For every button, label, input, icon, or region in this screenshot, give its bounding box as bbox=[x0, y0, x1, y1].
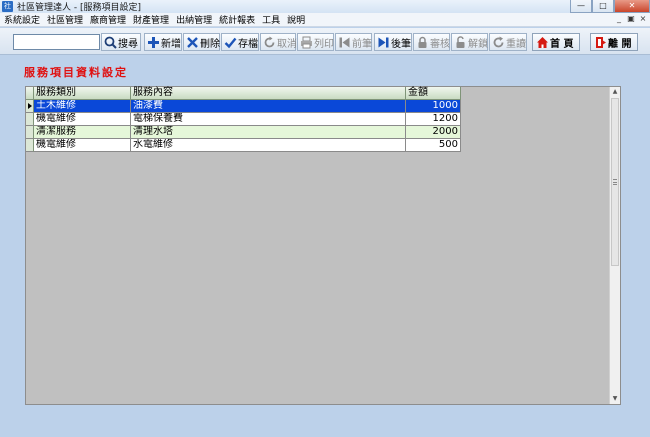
menu-bar: 系統設定 社區管理 廠商管理 財產管理 出納管理 統計報表 工具 說明 _ ▣ … bbox=[0, 13, 650, 27]
table-row[interactable]: 清潔服務 清理水塔 2000 bbox=[26, 126, 461, 139]
minimize-icon[interactable]: — bbox=[570, 0, 592, 13]
unlock-icon bbox=[454, 35, 467, 49]
toolbar: 搜尋 新增 刪除 存檔 取消 列印 前筆 後筆 審核 解鎖 重讀 首 頁 離 開 bbox=[0, 28, 650, 55]
add-button[interactable]: 新增 bbox=[144, 33, 182, 51]
cell-category[interactable]: 清潔服務 bbox=[34, 126, 131, 139]
current-row-arrow-icon bbox=[28, 103, 32, 109]
delete-button[interactable]: 刪除 bbox=[183, 33, 220, 51]
unlock-button[interactable]: 解鎖 bbox=[451, 33, 488, 51]
table-row[interactable]: 機電維修 電梯保養費 1200 bbox=[26, 113, 461, 126]
column-header-content[interactable]: 服務內容 bbox=[131, 87, 406, 100]
row-indicator bbox=[26, 100, 34, 113]
cell-category[interactable]: 機電維修 bbox=[34, 113, 131, 126]
column-header-category[interactable]: 服務類別 bbox=[34, 87, 131, 100]
print-button[interactable]: 列印 bbox=[297, 33, 334, 51]
search-icon bbox=[104, 35, 117, 49]
checkmark-icon bbox=[224, 35, 237, 49]
column-header-amount[interactable]: 金額 bbox=[406, 87, 461, 100]
undo-icon bbox=[263, 35, 276, 49]
window-controls: — □ ✕ bbox=[570, 0, 650, 13]
mdi-controls: _ ▣ × bbox=[614, 14, 648, 24]
previous-record-button[interactable]: 前筆 bbox=[335, 33, 372, 51]
save-button[interactable]: 存檔 bbox=[221, 33, 259, 51]
row-indicator-header bbox=[26, 87, 34, 100]
grid-header: 服務類別 服務內容 金額 bbox=[26, 87, 461, 100]
scroll-up-arrow-icon[interactable]: ▲ bbox=[610, 87, 620, 97]
cell-content[interactable]: 水電維修 bbox=[131, 139, 406, 152]
title-bar: 社 社區管理達人 - [服務項目設定] — □ ✕ bbox=[0, 0, 650, 13]
cell-content[interactable]: 電梯保養費 bbox=[131, 113, 406, 126]
table-row[interactable]: 土木維修 油漆費 1000 bbox=[26, 100, 461, 113]
cell-content[interactable]: 清理水塔 bbox=[131, 126, 406, 139]
search-input[interactable] bbox=[13, 34, 100, 50]
row-indicator bbox=[26, 126, 34, 139]
service-items-grid[interactable]: 服務類別 服務內容 金額 土木維修 油漆費 1000 機電維修 電梯保養費 12… bbox=[25, 86, 621, 405]
menu-system-settings[interactable]: 系統設定 bbox=[4, 13, 40, 26]
mdi-restore-icon[interactable]: ▣ bbox=[626, 14, 636, 24]
menu-property-management[interactable]: 財產管理 bbox=[133, 13, 169, 26]
vertical-scrollbar[interactable]: ▲ ▼ bbox=[609, 87, 620, 404]
next-record-button[interactable]: 後筆 bbox=[374, 33, 412, 51]
maximize-icon[interactable]: □ bbox=[592, 0, 614, 13]
cell-amount[interactable]: 500 bbox=[406, 139, 461, 152]
menu-vendor-management[interactable]: 廠商管理 bbox=[90, 13, 126, 26]
menu-community-management[interactable]: 社區管理 bbox=[47, 13, 83, 26]
plus-icon bbox=[147, 35, 160, 49]
cell-category[interactable]: 土木維修 bbox=[34, 100, 131, 113]
exit-door-icon bbox=[593, 35, 607, 49]
cell-amount[interactable]: 1000 bbox=[406, 100, 461, 113]
row-indicator bbox=[26, 139, 34, 152]
cell-category[interactable]: 機電維修 bbox=[34, 139, 131, 152]
refresh-icon bbox=[492, 35, 505, 49]
reload-button[interactable]: 重讀 bbox=[489, 33, 527, 51]
page-title: 服務項目資料設定 bbox=[24, 66, 128, 79]
exit-button[interactable]: 離 開 bbox=[590, 33, 638, 51]
previous-icon bbox=[338, 35, 351, 49]
delete-x-icon bbox=[186, 35, 199, 49]
scrollbar-thumb[interactable] bbox=[611, 98, 619, 266]
home-icon bbox=[535, 35, 549, 49]
cell-amount[interactable]: 1200 bbox=[406, 113, 461, 126]
menu-cashier-management[interactable]: 出納管理 bbox=[176, 13, 212, 26]
table-row[interactable]: 機電維修 水電維修 500 bbox=[26, 139, 461, 152]
mdi-minimize-icon[interactable]: _ bbox=[614, 14, 624, 24]
app-icon: 社 bbox=[2, 1, 13, 12]
next-icon bbox=[377, 35, 390, 49]
menu-statistics-reports[interactable]: 統計報表 bbox=[219, 13, 255, 26]
lock-icon bbox=[416, 35, 429, 49]
cancel-button[interactable]: 取消 bbox=[260, 33, 297, 51]
row-indicator bbox=[26, 113, 34, 126]
home-button[interactable]: 首 頁 bbox=[532, 33, 580, 51]
grip-icon bbox=[613, 179, 617, 185]
scroll-down-arrow-icon[interactable]: ▼ bbox=[610, 394, 620, 404]
cell-content[interactable]: 油漆費 bbox=[131, 100, 406, 113]
review-button[interactable]: 審核 bbox=[413, 33, 450, 51]
cell-amount[interactable]: 2000 bbox=[406, 126, 461, 139]
search-button[interactable]: 搜尋 bbox=[101, 33, 141, 51]
menu-help[interactable]: 說明 bbox=[287, 13, 305, 26]
window-title: 社區管理達人 - [服務項目設定] bbox=[17, 3, 141, 13]
close-icon[interactable]: ✕ bbox=[614, 0, 650, 13]
printer-icon bbox=[300, 35, 313, 49]
mdi-close-icon[interactable]: × bbox=[638, 14, 648, 24]
menu-tools[interactable]: 工具 bbox=[262, 13, 280, 26]
